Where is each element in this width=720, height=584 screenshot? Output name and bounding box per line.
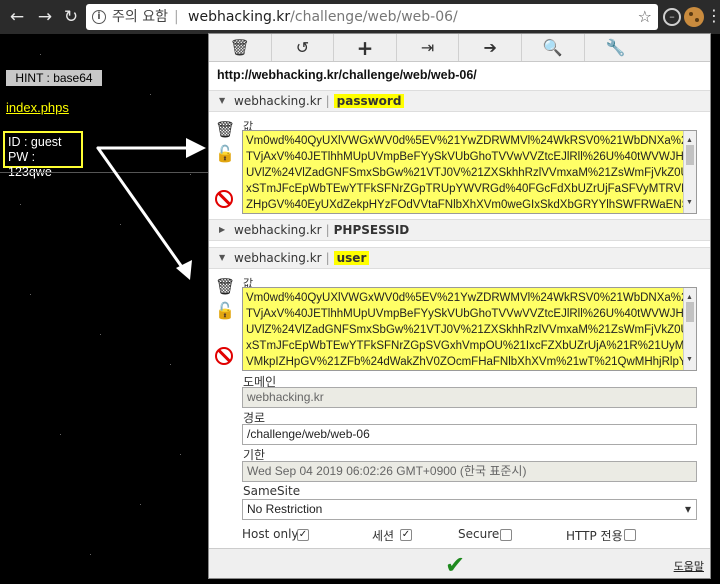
http-only-checkbox[interactable]: [624, 529, 636, 541]
value-line: xSTmJFcEpWbTEwYTFkSFNrZGpSVGxhVmpOU%21Ix…: [246, 340, 697, 352]
back-arrow-icon[interactable]: ←: [6, 6, 28, 28]
pw-line: PW : 123qwe: [8, 150, 52, 179]
collapsed-triangle-icon: ▶: [219, 225, 226, 234]
cookie-name: user: [333, 251, 370, 265]
trash-icon[interactable]: 🗑: [215, 120, 235, 140]
value-line: UVlZ%24VlZadGNFSmxSbGw%21VTJ0V%21ZXSkhhR…: [246, 324, 697, 336]
samesite-label: SameSite: [243, 484, 301, 498]
address-separator: |: [174, 9, 179, 25]
cookie-flags: Host only ✓ 세션 ✓ Secure HTTP 전용: [242, 527, 702, 543]
divider: [0, 172, 210, 173]
cookie-name: password: [333, 94, 405, 108]
add-cookie-button[interactable]: +: [334, 34, 397, 61]
http-only-label: HTTP 전용: [566, 529, 623, 543]
popup-page-url: http://webhacking.kr/challenge/web/web-0…: [217, 68, 477, 82]
url-path: /challenge/web/web-06/: [290, 9, 458, 25]
host-only-checkbox[interactable]: ✓: [297, 529, 309, 541]
credentials-box: ID : guest PW : 123qwe: [3, 131, 83, 179]
info-icon[interactable]: i: [92, 10, 106, 24]
value-line: UVlZ%24VlZadGNFSmxSbGw%21VTJ0V%21ZXSkhhR…: [246, 167, 697, 179]
browser-toolbar: ← → ↻ i 주의 요함 | webhacking.kr/challenge/…: [0, 0, 720, 34]
help-link[interactable]: 도움말: [674, 558, 704, 574]
menu-dots-icon[interactable]: ⋮: [706, 6, 720, 25]
no-entry-icon[interactable]: [215, 347, 233, 365]
value-line: VMkpIZHpGV%21ZFb%24dWakZhV0ZOcmFHaFNlbXh…: [246, 356, 687, 368]
trash-icon: 🗑: [229, 38, 250, 57]
no-entry-icon[interactable]: [215, 190, 233, 208]
cookie-header-password[interactable]: ▼ webhacking.kr | password: [209, 90, 710, 112]
undo-icon: ↺: [295, 38, 310, 57]
value-line: Vm0wd%40QyUXlVWGxWV0d%5EV%21YwZDRWMVl%24…: [246, 292, 697, 304]
value-line: TVjAxV%40JETlhhMUpUVmpBeFYySkVUbGhoTVVwV…: [246, 151, 697, 163]
scrollbar[interactable]: [683, 288, 696, 370]
trash-icon[interactable]: 🗑: [215, 277, 235, 297]
reload-icon[interactable]: ↻: [60, 6, 82, 28]
cookie-domain: webhacking.kr: [234, 251, 322, 265]
scrollbar[interactable]: [683, 131, 696, 213]
cookie-domain: webhacking.kr: [234, 94, 322, 108]
delete-all-button[interactable]: 🗑: [209, 34, 272, 61]
cookie-header-user[interactable]: ▼ webhacking.kr | user: [209, 247, 710, 269]
password-value-textarea[interactable]: Vm0wd%40QyUXlVWGxWV0d%5EV%21YwZDRWMVl%24…: [242, 130, 697, 214]
user-value-textarea[interactable]: Vm0wd%40QyUXlVWGxWV0d%5EV%21YwZDRWMVl%24…: [242, 287, 697, 371]
secure-label: Secure: [458, 527, 500, 541]
value-line: xSTmJFcEpWbTEwYTFkSFNrZGpTRUpYWVRGd%40FG…: [246, 183, 697, 195]
domain-field: webhacking.kr: [242, 387, 697, 408]
popup-footer: ✔ 도움말: [209, 548, 710, 579]
value-line: Vm0wd%40QyUXlVWGxWV0d%5EV%21YwZDRWMVl%24…: [246, 135, 697, 147]
checkmark-icon[interactable]: ✔: [445, 551, 465, 579]
unlock-icon[interactable]: 🔓: [215, 301, 235, 321]
host-only-label: Host only: [242, 527, 299, 541]
extension-icon[interactable]: –: [663, 8, 681, 26]
bookmark-star-icon[interactable]: ☆: [638, 4, 652, 30]
import-button[interactable]: ⇥: [397, 34, 460, 61]
settings-button[interactable]: 🔧: [585, 34, 648, 61]
expires-field: Wed Sep 04 2019 06:02:26 GMT+0900 (한국 표준…: [242, 461, 697, 482]
import-icon: ⇥: [420, 38, 435, 57]
export-icon: ➔: [483, 38, 497, 57]
value-line: ZHpGV%40EyUXdZekpHYzFOdVVtaFNlbXhXVm0weG…: [246, 199, 697, 211]
samesite-select[interactable]: No Restriction: [242, 499, 697, 520]
url-host: webhacking.kr: [188, 9, 291, 25]
search-button[interactable]: 🔍: [522, 34, 585, 61]
session-checkbox[interactable]: ✓: [400, 529, 412, 541]
export-button[interactable]: ➔: [459, 34, 522, 61]
session-label: 세션: [372, 529, 395, 543]
security-label: 주의 요함: [112, 9, 168, 25]
url-text: webhacking.kr/challenge/web/web-06/: [188, 4, 458, 30]
secure-checkbox[interactable]: [500, 529, 512, 541]
hint-box: HINT : base64: [6, 70, 102, 86]
address-bar[interactable]: i 주의 요함 | webhacking.kr/challenge/web/we…: [86, 4, 658, 30]
expand-triangle-icon: ▼: [219, 96, 226, 105]
path-field[interactable]: /challenge/web/web-06: [242, 424, 697, 445]
cookie-domain: webhacking.kr: [234, 223, 322, 237]
unlock-icon[interactable]: 🔓: [215, 144, 235, 164]
cookie-editor-popup: 🗑 ↺ + ⇥ ➔ 🔍 🔧 http://webhacking.kr/chall…: [208, 33, 711, 579]
reset-button[interactable]: ↺: [272, 34, 335, 61]
id-line: ID : guest: [8, 135, 62, 149]
plus-icon: +: [356, 35, 374, 60]
cookie-header-phpsessid[interactable]: ▶ webhacking.kr | PHPSESSID: [209, 219, 710, 241]
cookie-name: PHPSESSID: [333, 223, 410, 237]
wrench-icon: 🔧: [605, 38, 626, 57]
search-icon: 🔍: [542, 38, 563, 57]
cookie-toolbar: 🗑 ↺ + ⇥ ➔ 🔍 🔧: [209, 34, 710, 62]
cookie-extension-icon[interactable]: [684, 7, 704, 27]
expand-triangle-icon: ▼: [219, 253, 226, 262]
value-line: TVjAxV%40JETlhhMUpUVmpBeFYySkVUbGhoTVVwV…: [246, 308, 697, 320]
source-link[interactable]: index.phps: [6, 100, 69, 115]
forward-arrow-icon[interactable]: →: [34, 6, 56, 28]
